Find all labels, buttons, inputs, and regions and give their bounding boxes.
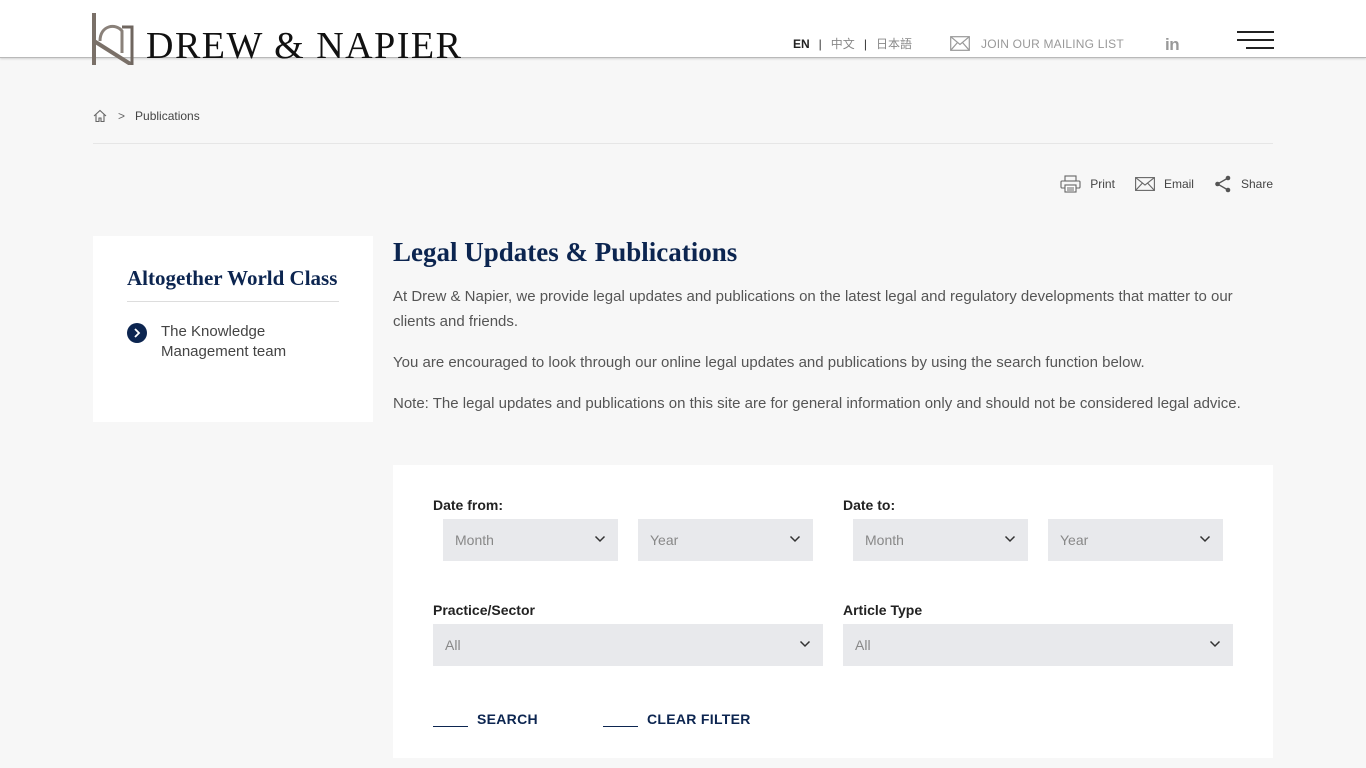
instructions-paragraph: You are encouraged to look through our o… (393, 354, 1145, 371)
breadcrumb-separator: > (118, 109, 126, 123)
sidebar: Altogether World Class The Knowledge Man… (93, 236, 373, 422)
date-from-month-select[interactable]: Month (443, 519, 618, 561)
share-icon (1215, 175, 1231, 193)
select-value: All (445, 637, 461, 653)
chevron-down-icon (799, 640, 811, 648)
clear-filter-button-label: CLEAR FILTER (647, 711, 751, 727)
home-icon[interactable] (93, 109, 107, 123)
filter-panel: Date from: Date to: Month Year Month Yea… (393, 465, 1273, 758)
chevron-down-icon (1199, 535, 1211, 543)
article-type-label: Article Type (843, 602, 923, 618)
date-from-year-select[interactable]: Year (638, 519, 813, 561)
logo-text: DREW & NAPIER (146, 25, 463, 67)
practice-sector-label: Practice/Sector (433, 602, 535, 618)
intro-paragraph: At Drew & Napier, we provide legal updat… (393, 288, 1233, 330)
date-to-year-select[interactable]: Year (1048, 519, 1223, 561)
divider (93, 143, 1273, 144)
sidebar-heading: Altogether World Class (127, 266, 338, 290)
site-header: DREW & NAPIER EN | 中文 | 日本語 JOIN OUR MAI… (0, 0, 1366, 65)
logo-mark-icon (92, 13, 134, 65)
lang-en[interactable]: EN (793, 37, 810, 51)
select-value: Year (1060, 532, 1089, 548)
mail-icon (950, 36, 970, 51)
share-label: Share (1240, 177, 1273, 191)
article-type-select[interactable]: All (843, 624, 1233, 666)
mailing-list-link[interactable]: JOIN OUR MAILING LIST (950, 36, 1124, 51)
breadcrumb-current[interactable]: Publications (135, 109, 200, 123)
chevron-down-icon (594, 535, 606, 543)
language-switcher: EN | 中文 | 日本語 (793, 37, 912, 51)
print-icon (1060, 175, 1081, 193)
menu-icon[interactable] (1237, 31, 1274, 49)
select-value: Month (455, 532, 494, 548)
date-to-label: Date to: (843, 497, 896, 513)
practice-sector-select[interactable]: All (433, 624, 823, 666)
date-to-month-select[interactable]: Month (853, 519, 1028, 561)
lang-zh[interactable]: 中文 (831, 37, 855, 51)
lang-separator: | (818, 37, 822, 51)
lang-separator: | (863, 37, 867, 51)
sidebar-item-label: The Knowledge Management team (161, 323, 287, 360)
search-button[interactable]: SEARCH (433, 711, 538, 727)
chevron-right-icon (127, 323, 147, 343)
print-button[interactable]: Print (1060, 175, 1115, 193)
select-value: All (855, 637, 871, 653)
chevron-down-icon (1209, 640, 1221, 648)
note-paragraph: Note: The legal updates and publications… (393, 395, 1241, 412)
sidebar-divider (127, 301, 339, 302)
search-button-label: SEARCH (477, 711, 538, 727)
select-value: Month (865, 532, 904, 548)
page-tools: Print Email Share (1040, 175, 1273, 193)
date-from-label: Date from: (433, 497, 504, 513)
linkedin-icon[interactable]: in (1165, 35, 1180, 55)
lang-ja[interactable]: 日本語 (876, 37, 912, 51)
email-label: Email (1163, 177, 1194, 191)
select-value: Year (650, 532, 679, 548)
logo[interactable]: DREW & NAPIER (92, 13, 461, 65)
print-label: Print (1090, 177, 1115, 191)
mailing-list-label: JOIN OUR MAILING LIST (981, 36, 1124, 51)
clear-filter-button[interactable]: CLEAR FILTER (603, 711, 751, 727)
email-icon (1135, 177, 1155, 191)
chevron-down-icon (789, 535, 801, 543)
chevron-down-icon (1004, 535, 1016, 543)
breadcrumb: > Publications (93, 109, 200, 123)
sidebar-item-knowledge-management[interactable]: The Knowledge Management team (127, 322, 301, 362)
page-title: Legal Updates & Publications (393, 237, 738, 267)
email-button[interactable]: Email (1135, 177, 1194, 191)
share-button[interactable]: Share (1214, 175, 1273, 193)
